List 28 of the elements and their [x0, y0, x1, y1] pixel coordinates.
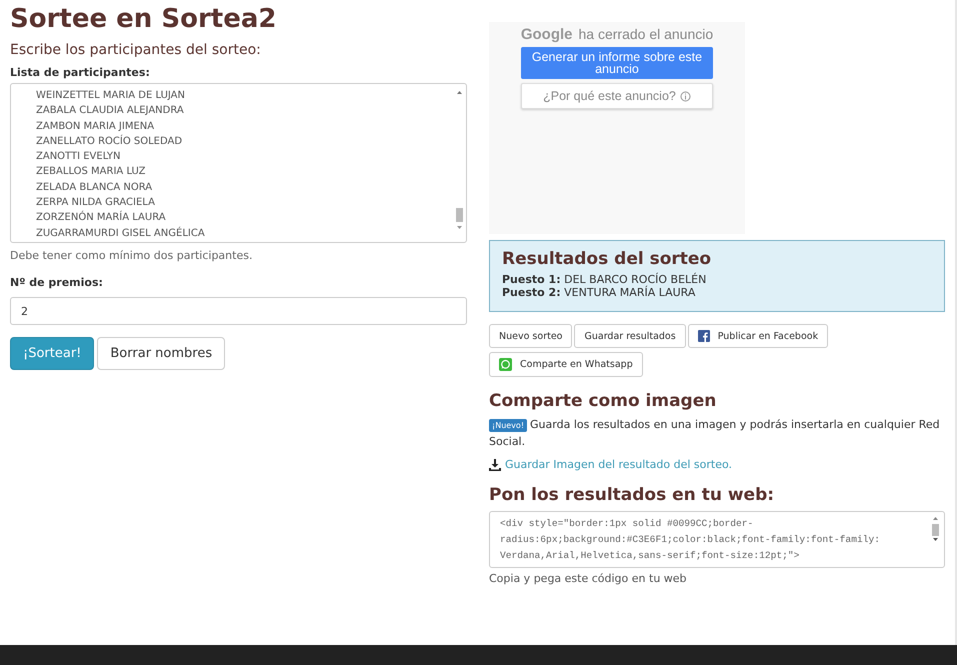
help-text: Debe tener como mínimo dos participantes.: [10, 249, 254, 262]
section-title: Comparte como imagen: [489, 391, 718, 411]
report-ad-button[interactable]: Generar un informe sobre este anuncio: [521, 47, 713, 79]
results-title: Resultados del sorteo: [502, 249, 712, 269]
action-button[interactable]: Guardar resultados: [574, 324, 686, 348]
field-label: Nº de premios:: [10, 276, 104, 289]
section-title: Pon los resultados en tu web:: [489, 485, 776, 505]
download-icon: [489, 458, 501, 470]
help-text: Copia y pega este código en tu web: [489, 572, 688, 585]
prizes-input[interactable]: 2: [10, 297, 467, 325]
form-heading: Escribe los participantes del sorteo:: [10, 42, 262, 58]
ad-brand: Google: [520, 26, 572, 43]
clear-button[interactable]: Borrar nombres: [97, 337, 226, 370]
ad-closed-text: ha cerrado el anuncio: [578, 26, 714, 42]
whatsapp-icon: [499, 358, 512, 371]
info-icon: [680, 90, 691, 102]
share-description: ¡Nuevo! Guarda los resultados en una imagen y podrás insertarla en cualquier Red Social.: [489, 417, 941, 450]
result-entry: Puesto 2: VENTURA MARÍA LAURA: [502, 286, 696, 299]
action-button[interactable]: Nuevo sorteo: [489, 324, 572, 348]
embed-code-field[interactable]: <div style="border:1px solid #0099CC;border-radius:6px;background:#C3E6F1;color:black;font-family:font-family: Verdana,Arial,Helvetica,sans-serif;font-size:12pt;">: [489, 511, 945, 568]
why-ad-button[interactable]: ¿Por qué este anuncio?: [521, 83, 713, 109]
field-label: Lista de participantes:: [10, 66, 151, 79]
whatsapp-button[interactable]: Comparte en Whatsapp: [489, 352, 643, 377]
facebook-button[interactable]: Publicar en Facebook: [688, 324, 828, 348]
scrollbar[interactable]: [455, 90, 464, 230]
result-entry: Puesto 1: DEL BARCO ROCÍO BELÉN: [502, 273, 708, 286]
facebook-icon: [698, 330, 710, 342]
participants-field[interactable]: WEINZETTEL MARIA DE LUJAN ZABALA CLAUDIA ALEJANDRA ZAMBON MARIA JIMENA ZANELLATO ROCÍO SOLEDAD ZANOTTI EVELYN ZEBALLOS MARIA LUZ ZELADA BLANCA NORA ZERPA NILDA GRACIELA ZORZENÓN MARÍA LAURA ZUGARRAMURDI GISEL ANGÉLICA: [10, 83, 467, 243]
